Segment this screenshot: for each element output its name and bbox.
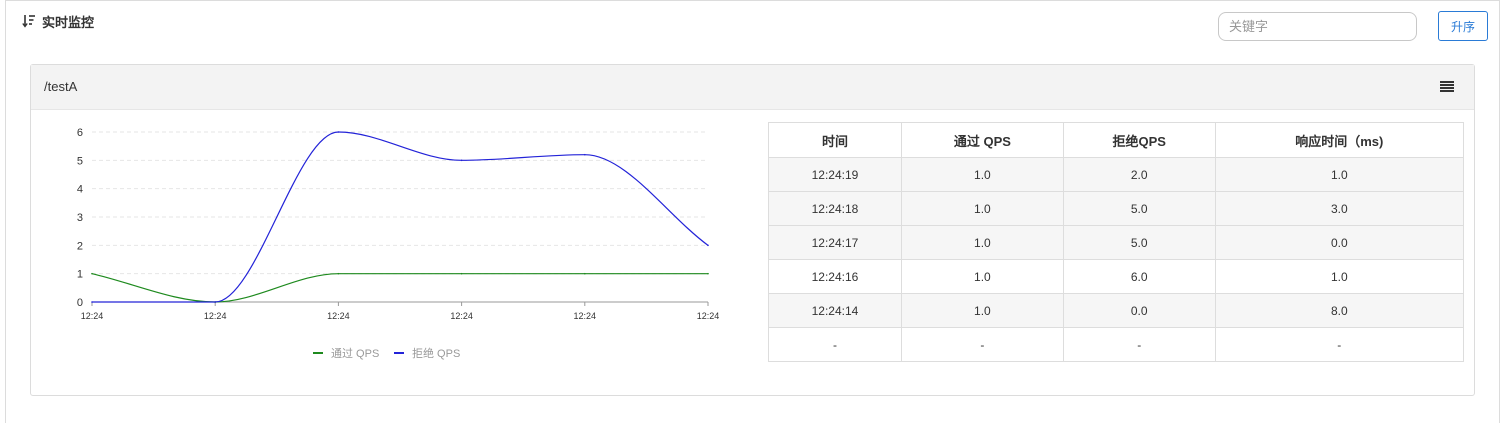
cell-rt: 1.0 xyxy=(1214,157,1465,192)
table-row: 12:24:18 1.0 5.0 3.0 xyxy=(768,191,1465,226)
table-header-row: 时间 通过 QPS 拒绝QPS 响应时间（ms) xyxy=(768,122,1465,158)
cell-block-qps: 5.0 xyxy=(1062,191,1216,226)
page-header: 实时监控 xyxy=(22,11,94,31)
table-row: 12:24:19 1.0 2.0 1.0 xyxy=(768,157,1465,192)
cell-pass-qps: 1.0 xyxy=(900,157,1064,192)
monitor-page: 实时监控 升序 /testA 0 1 2 3 4 5 6 12:24 12:24 12:24 12:… xyxy=(5,0,1500,423)
cell-pass-qps: 1.0 xyxy=(900,225,1064,260)
x-tick-label: 12:24 xyxy=(204,311,227,321)
menu-icon[interactable] xyxy=(1440,81,1454,93)
keyword-search-input[interactable] xyxy=(1218,12,1417,41)
column-header-rt: 响应时间（ms) xyxy=(1214,122,1465,158)
cell-pass-qps: 1.0 xyxy=(900,259,1064,294)
x-tick-label: 12:24 xyxy=(697,311,720,321)
table-row: - - - - xyxy=(768,327,1465,362)
cell-rt: 3.0 xyxy=(1214,191,1465,226)
cell-block-qps: 5.0 xyxy=(1062,225,1216,260)
cell-pass-qps: 1.0 xyxy=(900,293,1064,328)
cell-block-qps: 2.0 xyxy=(1062,157,1216,192)
column-header-block-qps: 拒绝QPS xyxy=(1062,122,1216,158)
cell-block-qps: 6.0 xyxy=(1062,259,1216,294)
data-point xyxy=(707,244,709,247)
legend-label: 通过 QPS xyxy=(331,347,379,360)
qps-table: 时间 通过 QPS 拒绝QPS 响应时间（ms) 12:24:19 1.0 2.… xyxy=(768,122,1465,362)
legend-label: 拒绝 QPS xyxy=(412,346,460,360)
cell-block-qps: - xyxy=(1062,327,1216,362)
x-tick-label: 12:24 xyxy=(81,311,104,321)
x-tick-label: 12:24 xyxy=(574,311,597,321)
qps-line-chart: 0 1 2 3 4 5 6 12:24 12:24 12:24 12:24 12:24 12:24 通过 … xyxy=(77,127,720,360)
y-tick-label: 6 xyxy=(77,127,83,139)
data-point xyxy=(337,272,340,275)
cell-rt: 0.0 xyxy=(1214,225,1465,260)
data-point xyxy=(91,301,93,303)
data-point xyxy=(460,272,463,275)
y-tick-label: 3 xyxy=(77,212,83,224)
cell-rt: 1.0 xyxy=(1214,259,1465,294)
y-tick-label: 1 xyxy=(77,269,83,281)
sort-descending-icon xyxy=(22,15,35,28)
cell-rt: 8.0 xyxy=(1214,293,1465,328)
x-tick-label: 12:24 xyxy=(450,311,473,321)
data-point xyxy=(214,301,216,303)
y-tick-label: 2 xyxy=(77,240,83,252)
series-line-pass-qps xyxy=(91,273,708,303)
sort-ascending-button[interactable]: 升序 xyxy=(1438,11,1488,41)
table-row: 12:24:14 1.0 0.0 8.0 xyxy=(768,293,1465,328)
data-point xyxy=(707,272,709,275)
resource-name: /testA xyxy=(44,79,78,94)
cell-time: 12:24:19 xyxy=(768,157,902,192)
data-point xyxy=(460,159,463,162)
cell-time: 12:24:17 xyxy=(768,225,902,260)
cell-block-qps: 0.0 xyxy=(1062,293,1216,328)
cell-rt: - xyxy=(1214,327,1465,362)
data-point xyxy=(584,272,586,275)
data-point xyxy=(584,153,586,156)
data-point xyxy=(91,272,93,275)
cell-time: 12:24:14 xyxy=(768,293,902,328)
cell-pass-qps: 1.0 xyxy=(900,191,1064,226)
y-tick-label: 4 xyxy=(77,184,83,196)
column-header-pass-qps: 通过 QPS xyxy=(900,122,1064,158)
column-header-time: 时间 xyxy=(768,122,902,158)
page-title: 实时监控 xyxy=(42,14,95,30)
x-tick-label: 12:24 xyxy=(327,311,350,321)
cell-pass-qps: - xyxy=(900,327,1064,362)
panel-header: /testA xyxy=(31,65,1474,110)
cell-time: - xyxy=(768,327,902,362)
cell-time: 12:24:18 xyxy=(768,191,902,226)
y-tick-label: 0 xyxy=(77,297,83,309)
table-row: 12:24:17 1.0 5.0 0.0 xyxy=(768,225,1465,260)
table-row: 12:24:16 1.0 6.0 1.0 xyxy=(768,259,1465,294)
cell-time: 12:24:16 xyxy=(768,259,902,294)
data-point xyxy=(337,131,340,133)
resource-panel: /testA 0 1 2 3 4 5 6 12:24 12:24 12:24 12:24 12:24 1… xyxy=(30,64,1475,396)
y-tick-label: 5 xyxy=(77,155,83,167)
